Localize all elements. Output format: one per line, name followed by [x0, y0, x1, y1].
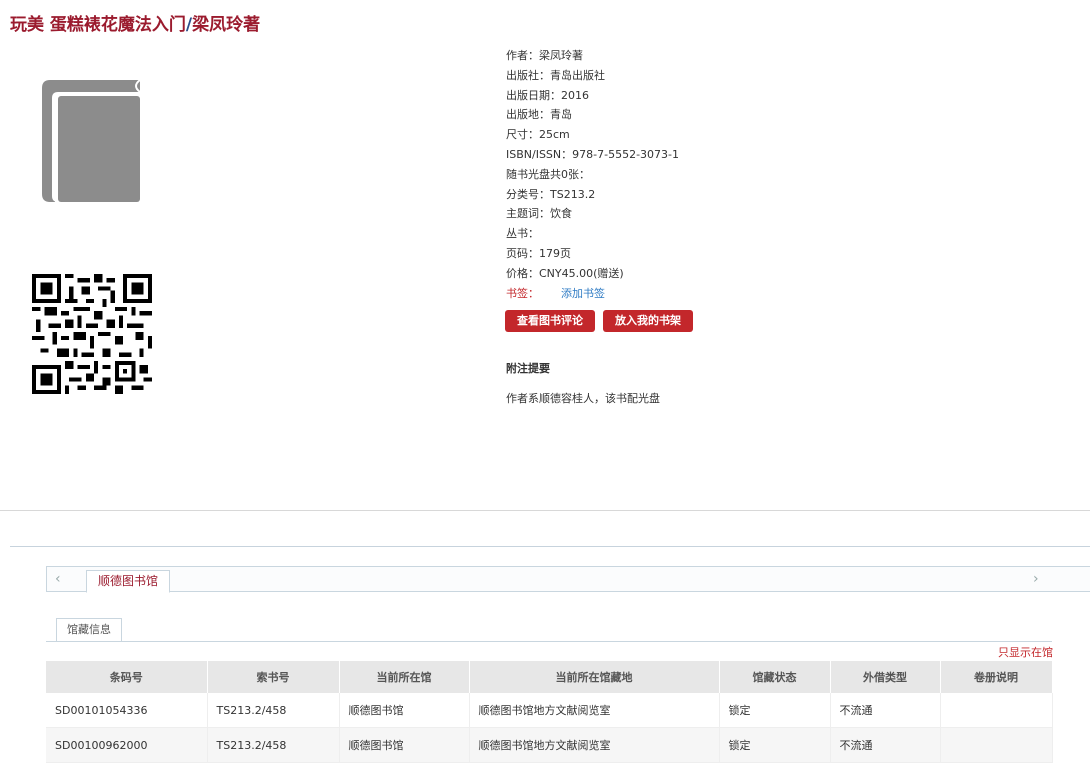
- col-barcode[interactable]: 条码号: [46, 661, 208, 693]
- col-current-library[interactable]: 当前所在馆: [339, 661, 470, 693]
- qr-code: [32, 274, 152, 394]
- book-author: 梁凤玲著: [192, 15, 261, 35]
- cell-loan-type: 不流通: [830, 693, 941, 728]
- tab-shunde-library[interactable]: 顺德图书馆: [86, 570, 170, 593]
- cell-volume-note: [940, 727, 1053, 763]
- page-title: 玩美 蛋糕裱花魔法入门/梁凤玲著: [10, 10, 260, 35]
- col-volume-note[interactable]: 卷册说明: [940, 661, 1053, 693]
- col-loan-type[interactable]: 外借类型: [830, 661, 941, 693]
- book-details: 作者：梁凤玲著 出版社：青岛出版社 出版日期：2016 出版地：青岛 尺寸：25…: [506, 46, 906, 303]
- chevron-right-icon[interactable]: ›: [1033, 571, 1039, 587]
- col-call-number[interactable]: 索书号: [207, 661, 340, 693]
- cell-barcode: SD00101054336: [46, 693, 208, 728]
- table-row: SD00100962000 TS213.2/458 顺德图书馆 顺德图书馆地方文…: [46, 727, 1053, 763]
- cell-call-number: TS213.2/458: [207, 693, 340, 728]
- only-available-link[interactable]: 只显示在馆: [998, 644, 1053, 660]
- cell-loan-type: 不流通: [830, 727, 941, 763]
- add-bookmark-link[interactable]: 添加书签: [561, 287, 605, 300]
- detail-pages: 页码：179页: [506, 246, 571, 260]
- note-heading: 附注提要: [506, 362, 550, 375]
- detail-subject: 主题词：饮食: [506, 207, 572, 221]
- detail-size: 尺寸：25cm: [506, 128, 570, 142]
- table-header: 条码号 索书号 当前所在馆 当前所在馆藏地 馆藏状态 外借类型 卷册说明: [46, 661, 1053, 693]
- detail-pub-date: 出版日期：2016: [506, 88, 589, 102]
- divider: [46, 641, 1052, 642]
- view-reviews-button[interactable]: 查看图书评论: [505, 310, 595, 332]
- detail-pub-place: 出版地：青岛: [506, 108, 572, 122]
- book-cover-icon: [42, 79, 141, 202]
- library-tab-bar: ‹ 顺德图书馆 ›: [46, 566, 1090, 593]
- detail-bookmark: 书签： 添加书签: [506, 284, 906, 304]
- col-current-location[interactable]: 当前所在馆藏地: [469, 661, 720, 693]
- book-title: 玩美 蛋糕裱花魔法入门: [10, 15, 186, 35]
- note-text: 作者系顺德容桂人，该书配光盘: [506, 392, 660, 405]
- detail-price: 价格：CNY45.00(赠送): [506, 266, 624, 280]
- chevron-left-icon[interactable]: ‹: [55, 571, 61, 587]
- detail-author: 作者：梁凤玲著: [506, 49, 583, 62]
- cell-library: 顺德图书馆: [339, 727, 470, 763]
- add-to-shelf-button[interactable]: 放入我的书架: [603, 310, 693, 332]
- detail-publisher: 出版社：青岛出版社: [506, 68, 605, 82]
- detail-class-number: 分类号：TS213.2: [506, 187, 596, 201]
- cell-location: 顺德图书馆地方文献阅览室: [469, 693, 720, 728]
- divider: [10, 546, 1090, 547]
- bookmark-label: 书签：: [506, 286, 539, 300]
- cell-location: 顺德图书馆地方文献阅览室: [469, 727, 720, 763]
- detail-isbn: ISBN/ISSN：978-7-5552-3073-1: [506, 147, 680, 161]
- cell-status: 锁定: [719, 727, 831, 763]
- cell-library: 顺德图书馆: [339, 693, 470, 728]
- col-status[interactable]: 馆藏状态: [719, 661, 831, 693]
- cell-volume-note: [940, 693, 1053, 728]
- holdings-table: 条码号 索书号 当前所在馆 当前所在馆藏地 馆藏状态 外借类型 卷册说明 SD0…: [46, 661, 1053, 763]
- detail-cd: 随书光盘共0张：: [506, 167, 590, 181]
- cell-call-number: TS213.2/458: [207, 727, 340, 763]
- divider: [0, 510, 1090, 511]
- table-row: SD00101054336 TS213.2/458 顺德图书馆 顺德图书馆地方文…: [46, 693, 1053, 728]
- detail-series: 丛书：: [506, 227, 539, 241]
- cell-barcode: SD00100962000: [46, 727, 208, 763]
- tab-holdings-info[interactable]: 馆藏信息: [56, 618, 122, 642]
- holdings-panel: ‹ 顺德图书馆 › 馆藏信息 只显示在馆 条码号 索书号 当前所在馆 当前所在馆…: [46, 566, 1090, 763]
- cell-status: 锁定: [719, 693, 831, 728]
